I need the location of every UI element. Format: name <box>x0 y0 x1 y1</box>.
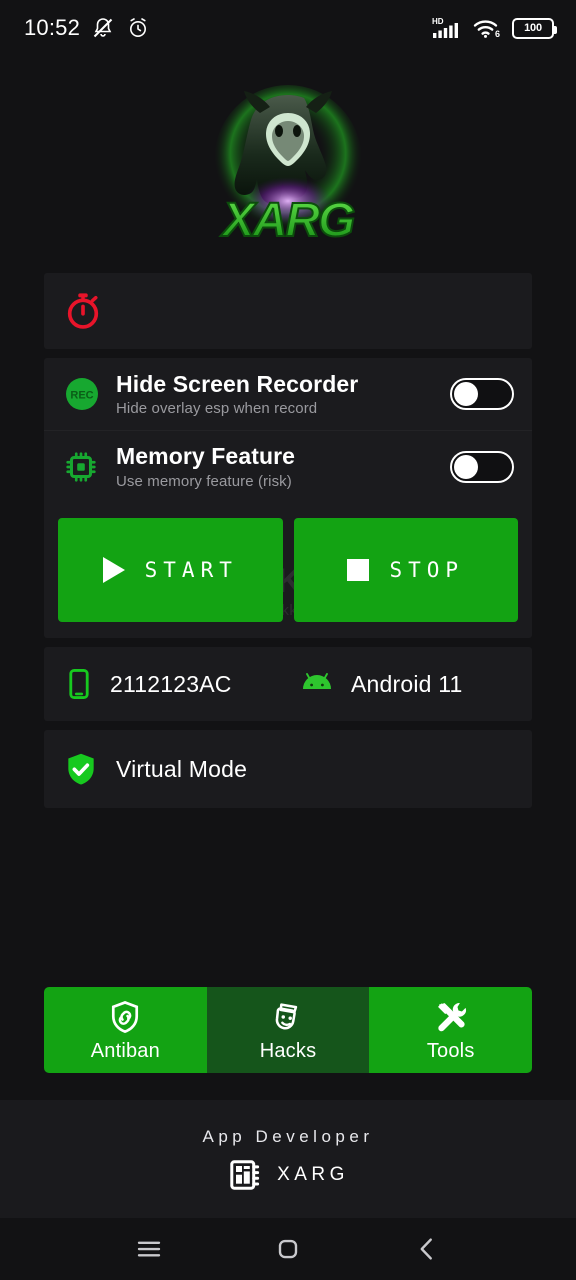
setting-text-hide-screen-recorder: Hide Screen Recorder Hide overlay esp wh… <box>116 371 450 417</box>
android-robot-icon <box>303 673 331 689</box>
toggle-knob <box>454 382 478 406</box>
developer-row: XARG <box>227 1157 349 1193</box>
tab-hacks-label: Hacks <box>259 1039 317 1062</box>
theater-masks-icon <box>275 1002 298 1029</box>
start-button-label: START <box>144 558 238 582</box>
os-version-group: Android 11 <box>279 670 514 698</box>
chevron-left-icon <box>420 1238 432 1260</box>
action-buttons: KKX www.kkx.net START STOP <box>44 502 532 638</box>
bottom-tab-bar: Antiban Hacks Tools <box>44 987 532 1073</box>
tab-antiban[interactable]: Antiban <box>44 987 207 1073</box>
wifi-icon: 6 <box>473 20 500 39</box>
svg-text:REC: REC <box>70 390 93 402</box>
setting-title: Memory Feature <box>116 443 296 470</box>
device-info-row: 2112123AC Android 11 <box>44 647 532 721</box>
setting-text-memory-feature: Memory Feature Use memory feature (risk) <box>116 443 450 489</box>
stop-button-label: STOP <box>389 558 465 582</box>
signal-bars-icon: HD <box>432 17 458 38</box>
stopwatch-icon <box>67 293 99 329</box>
virtual-mode-icon-wrap <box>62 750 116 788</box>
timer-card <box>44 273 532 349</box>
hd-label: HD <box>432 17 444 26</box>
toggle-hide-screen-recorder[interactable] <box>450 378 514 410</box>
home-button[interactable] <box>258 1225 318 1273</box>
app-screen: 10:52 HD 6 100 XARG REC Hide Screen Reco… <box>0 0 576 1280</box>
toggle-knob <box>454 454 478 479</box>
setting-title: Hide Screen Recorder <box>116 370 359 397</box>
status-time: 10:52 <box>24 15 81 40</box>
device-model: 2112123AC <box>110 670 232 697</box>
timer-row[interactable] <box>44 273 532 349</box>
status-bar-right: HD 6 100 <box>432 16 557 40</box>
setting-row-memory-feature[interactable]: Memory Feature Use memory feature (risk) <box>44 430 532 502</box>
play-icon <box>102 557 125 583</box>
menu-lines-icon <box>138 1241 161 1257</box>
shield-link-icon <box>112 1000 139 1033</box>
virtual-mode-label: Virtual Mode <box>116 755 248 782</box>
wifi-generation-label: 6 <box>495 29 500 39</box>
silent-mode-icon <box>93 18 113 38</box>
virtual-mode-row[interactable]: Virtual Mode <box>44 730 532 808</box>
setting-subtitle: Hide overlay esp when record <box>116 400 318 418</box>
device-card: 2112123AC Android 11 <box>44 647 532 721</box>
back-button[interactable] <box>397 1225 457 1273</box>
logo-wordmark: XARG <box>219 194 353 247</box>
tab-antiban-label: Antiban <box>90 1039 160 1062</box>
memory-chip-icon <box>66 451 96 482</box>
virtual-mode-card: Virtual Mode <box>44 730 532 808</box>
tab-tools[interactable]: Tools <box>369 987 532 1073</box>
xarg-mascot-icon: XARG <box>213 85 362 248</box>
recents-button[interactable] <box>119 1225 179 1273</box>
chip-logo-icon <box>230 1160 260 1190</box>
rec-icon: REC <box>66 378 98 410</box>
timer-icon-wrap <box>62 290 116 332</box>
system-navigation-bar <box>0 1218 576 1280</box>
developer-name: XARG <box>277 1164 349 1185</box>
setting-subtitle: Use memory feature (risk) <box>116 472 292 490</box>
app-logo: XARG <box>0 58 576 273</box>
setting-row-hide-screen-recorder[interactable]: REC Hide Screen Recorder Hide overlay es… <box>44 358 532 430</box>
os-version: Android 11 <box>351 670 463 697</box>
battery-icon: 100 <box>512 17 557 39</box>
toggle-memory-feature[interactable] <box>450 450 514 483</box>
footer-title: App Developer <box>202 1127 374 1146</box>
device-model-group: 2112123AC <box>62 667 279 701</box>
status-bar-left: 10:52 <box>24 15 150 41</box>
rounded-square-icon <box>278 1239 298 1259</box>
rec-icon-wrap: REC <box>62 374 116 414</box>
stop-button[interactable]: STOP <box>293 518 518 622</box>
settings-card: REC Hide Screen Recorder Hide overlay es… <box>44 358 532 638</box>
start-button[interactable]: START <box>58 518 283 622</box>
alarm-icon <box>130 18 147 37</box>
stop-square-icon <box>347 559 370 581</box>
battery-level: 100 <box>524 21 542 34</box>
status-bar: 10:52 HD 6 100 <box>0 0 576 56</box>
tab-tools-label: Tools <box>426 1039 475 1062</box>
footer: App Developer XARG <box>0 1100 576 1220</box>
shield-check-icon <box>68 753 94 785</box>
smartphone-icon <box>69 668 89 700</box>
tab-hacks[interactable]: Hacks <box>206 987 370 1073</box>
wrench-screwdriver-icon <box>437 1002 466 1031</box>
memory-icon-wrap <box>62 448 116 486</box>
